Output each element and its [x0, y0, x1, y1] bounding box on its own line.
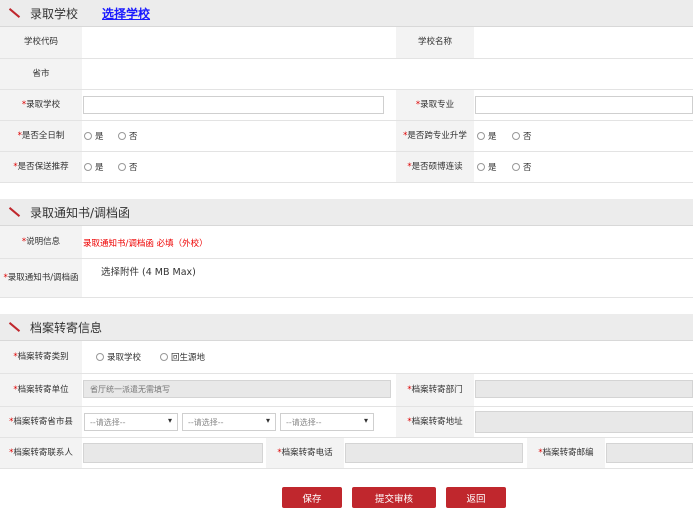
section-header-school: 录取学校 选择学校 [0, 0, 693, 27]
archive-phone-label: * 档案转寄电话 [266, 438, 344, 468]
cross-major-no-radio[interactable]: 否 [512, 130, 532, 142]
archive-contact-row: * 档案转寄联系人 * 档案转寄电话 * 档案转寄邮编 [0, 438, 693, 469]
archive-dept-label: * 档案转寄部门 [396, 374, 474, 406]
admit-school-input[interactable] [83, 96, 384, 114]
archive-type-row: * 档案转寄类别 录取学校 回生源地 [0, 341, 693, 374]
admission-row: * 录取学校 * 录取专业 [0, 90, 693, 121]
cross-major-yes-radio[interactable]: 是 [477, 130, 497, 142]
admit-major-input[interactable] [475, 96, 693, 114]
fulltime-label: * 是否全日制 [0, 121, 82, 151]
section-title: 档案转寄信息 [30, 321, 103, 335]
county-select[interactable]: --请选择-- ▾ [280, 413, 374, 431]
archive-address-label: * 档案转寄地址 [396, 407, 474, 437]
combined-phd-yes-radio[interactable]: 是 [477, 161, 497, 173]
archive-dept-input[interactable] [475, 380, 693, 398]
pencil-icon [8, 322, 21, 332]
recommend-no-radio[interactable]: 否 [118, 161, 138, 173]
school-code-row: 学校代码 学校名称 [0, 27, 693, 59]
archive-origin-radio[interactable]: 回生源地 [160, 351, 205, 363]
admit-major-label: * 录取专业 [396, 90, 474, 120]
combined-phd-label: * 是否硕博连读 [396, 152, 474, 182]
archive-contact-input[interactable] [83, 443, 263, 463]
city-select[interactable]: --请选择-- ▾ [182, 413, 276, 431]
section-title: 录取学校 [30, 7, 79, 21]
province-select[interactable]: --请选择-- ▾ [84, 413, 178, 431]
combined-phd-no-radio[interactable]: 否 [512, 161, 532, 173]
section-header-archive: 档案转寄信息 [0, 314, 693, 341]
attachment-label: *录取通知书/调档函 [0, 259, 82, 297]
archive-address-input[interactable] [475, 411, 693, 433]
select-school-link[interactable]: 选择学校 [102, 5, 150, 22]
archive-unit-input: 省厅统一派遣无需填写 [83, 380, 391, 398]
section-header-notice: 录取通知书/调档函 [0, 199, 693, 226]
info-text: 录取通知书/调档函 必填（外校） [83, 239, 208, 249]
admit-school-label: * 录取学校 [0, 90, 82, 120]
pencil-icon [8, 8, 21, 18]
info-row: * 说明信息 录取通知书/调档函 必填（外校） [0, 226, 693, 259]
province-row: 省市 [0, 59, 693, 90]
cross-major-label: * 是否跨专业升学 [396, 121, 474, 151]
fulltime-row: * 是否全日制 是 否 * 是否跨专业升学 是 否 [0, 121, 693, 152]
archive-phone-input[interactable] [345, 443, 523, 463]
archive-type-label: * 档案转寄类别 [0, 341, 82, 373]
fulltime-no-radio[interactable]: 否 [118, 130, 138, 142]
dropdown-arrow-icon: ▾ [265, 416, 270, 425]
province-label: 省市 [0, 59, 82, 89]
school-code-label: 学校代码 [0, 27, 82, 58]
archive-unit-row: * 档案转寄单位 省厅统一派遣无需填写 * 档案转寄部门 [0, 374, 693, 407]
submit-review-button[interactable]: 提交审核 [352, 487, 436, 508]
archive-region-label: * 档案转寄省市县 [0, 407, 82, 437]
archive-region-row: * 档案转寄省市县 --请选择-- ▾ --请选择-- ▾ --请选择-- ▾ * 档案转… [0, 407, 693, 438]
attachment-row: *录取通知书/调档函 选择附件 (4 MB Max) [0, 259, 693, 298]
section-title: 录取通知书/调档函 [30, 206, 131, 220]
recommend-label: * 是否保送推荐 [0, 152, 82, 182]
info-label: * 说明信息 [0, 226, 82, 258]
archive-zip-label: * 档案转寄邮编 [527, 438, 605, 468]
save-button[interactable]: 保存 [282, 487, 342, 508]
archive-contact-label: * 档案转寄联系人 [0, 438, 82, 468]
recommend-row: * 是否保送推荐 是 否 * 是否硕博连读 是 否 [0, 152, 693, 183]
dropdown-arrow-icon: ▾ [167, 416, 172, 425]
recommend-yes-radio[interactable]: 是 [84, 161, 104, 173]
school-name-label: 学校名称 [396, 27, 474, 58]
back-button[interactable]: 返回 [446, 487, 506, 508]
dropdown-arrow-icon: ▾ [363, 416, 368, 425]
archive-zip-input[interactable] [606, 443, 693, 463]
select-attachment-button[interactable]: 选择附件 (4 MB Max) [101, 264, 196, 278]
archive-school-radio[interactable]: 录取学校 [96, 351, 141, 363]
pencil-icon [8, 207, 21, 217]
fulltime-yes-radio[interactable]: 是 [84, 130, 104, 142]
archive-unit-label: * 档案转寄单位 [0, 374, 82, 406]
